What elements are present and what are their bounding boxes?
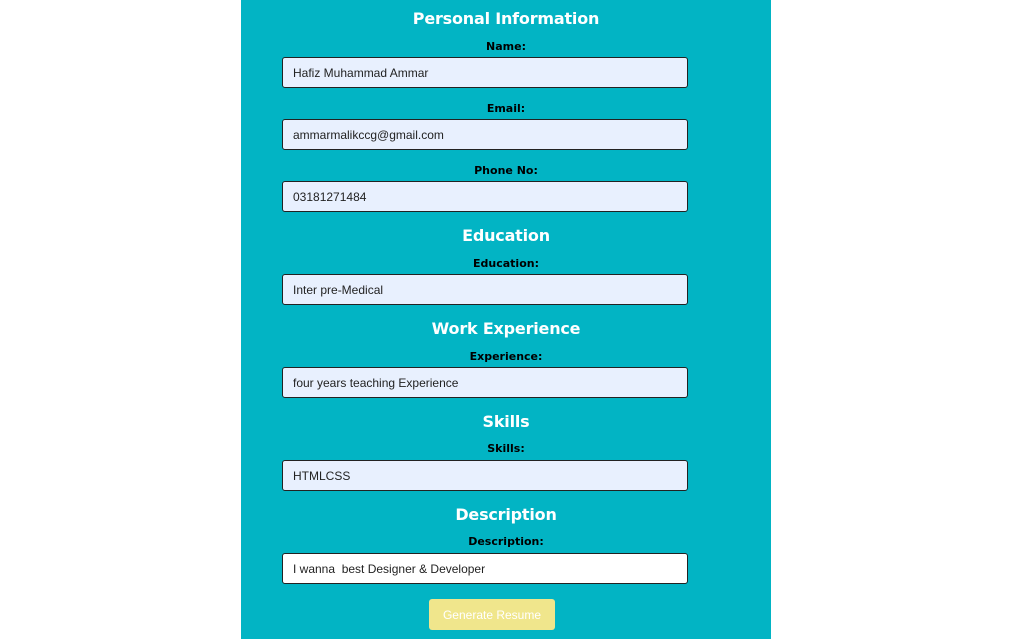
personal-information-heading: Personal Information — [412, 9, 600, 28]
email-input[interactable] — [282, 119, 688, 150]
phone-label: Phone No: — [474, 164, 538, 177]
experience-input[interactable] — [282, 367, 688, 398]
education-heading: Education — [462, 226, 550, 245]
experience-label: Experience: — [469, 350, 543, 363]
skills-label: Skills: — [487, 442, 525, 455]
skills-input[interactable] — [282, 460, 688, 491]
education-input[interactable] — [282, 274, 688, 305]
education-label: Education: — [473, 257, 539, 270]
description-input[interactable] — [282, 553, 688, 584]
name-label: Name: — [486, 40, 526, 53]
resume-form-panel: Personal Information Name: Email: Phone … — [241, 0, 771, 639]
description-heading: Description — [455, 505, 557, 524]
name-input[interactable] — [282, 57, 688, 88]
skills-heading: Skills — [482, 412, 530, 431]
work-experience-heading: Work Experience — [431, 319, 581, 338]
description-label: Description: — [468, 535, 544, 548]
phone-input[interactable] — [282, 181, 688, 212]
email-label: Email: — [486, 102, 526, 115]
generate-resume-button[interactable]: Generate Resume — [429, 599, 555, 630]
